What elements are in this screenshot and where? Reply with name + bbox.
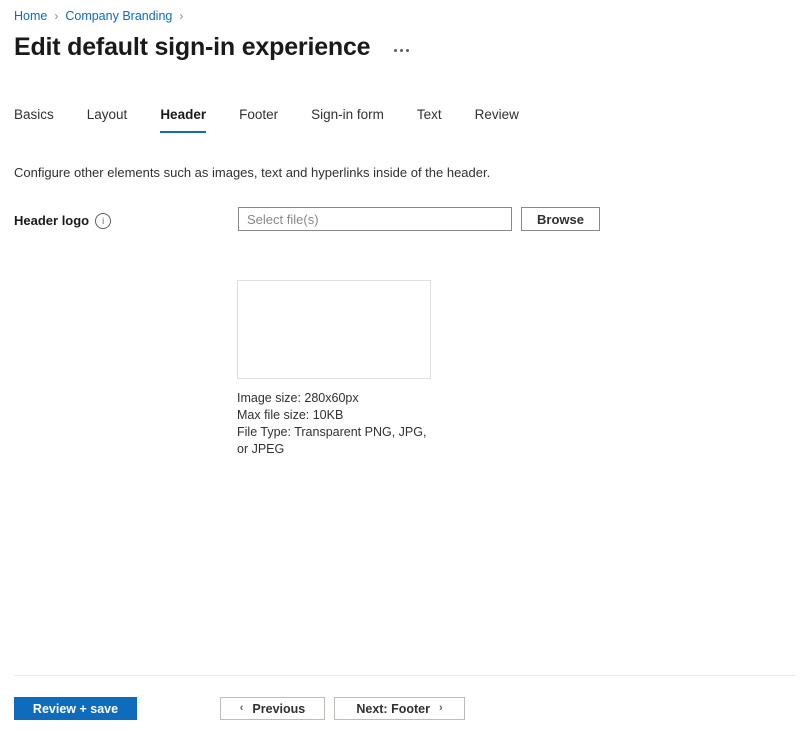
tab-text[interactable]: Text [417,104,442,133]
footer-divider [14,675,796,676]
help-image-size: Image size: 280x60px [237,390,437,407]
header-logo-label: Header logo i [14,212,111,230]
previous-button-label: Previous [252,702,305,716]
next-button-label: Next: Footer [356,702,430,716]
more-options-icon[interactable] [388,39,414,61]
header-logo-help-text: Image size: 280x60px Max file size: 10KB… [237,390,437,458]
next-footer-button[interactable]: Next: Footer › [334,697,465,720]
previous-button[interactable]: ‹ Previous [220,697,325,720]
tab-header[interactable]: Header [160,104,206,133]
chevron-right-icon: › [179,8,183,24]
chevron-right-icon: › [439,703,443,714]
browse-button[interactable]: Browse [521,207,600,231]
tab-footer[interactable]: Footer [239,104,278,133]
tab-sign-in-form[interactable]: Sign-in form [311,104,384,133]
header-logo-label-text: Header logo [14,212,89,230]
breadcrumb-item-company-branding[interactable]: Company Branding [65,8,172,24]
chevron-right-icon: › [54,8,58,24]
header-logo-file-input[interactable] [238,207,512,231]
ellipsis-dot [400,49,403,52]
tab-layout[interactable]: Layout [87,104,128,133]
help-file-type: File Type: Transparent PNG, JPG, or JPEG [237,424,437,458]
section-description: Configure other elements such as images,… [14,164,490,182]
review-and-save-button[interactable]: Review + save [14,697,137,720]
info-icon[interactable]: i [95,213,111,229]
help-max-file-size: Max file size: 10KB [237,407,437,424]
ellipsis-dot [406,49,409,52]
breadcrumb: Home › Company Branding › [14,8,190,24]
title-row: Edit default sign-in experience [14,31,414,63]
ellipsis-dot [394,49,397,52]
tab-basics[interactable]: Basics [14,104,54,133]
wizard-tabs: Basics Layout Header Footer Sign-in form… [14,104,519,133]
breadcrumb-item-home[interactable]: Home [14,8,47,24]
header-logo-preview [237,280,431,379]
page-title: Edit default sign-in experience [14,31,370,63]
chevron-left-icon: ‹ [240,703,244,714]
tab-review[interactable]: Review [475,104,519,133]
